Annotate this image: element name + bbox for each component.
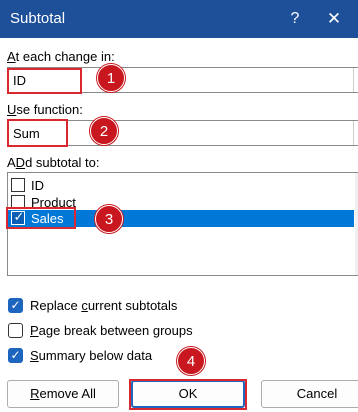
change-field-label: At each change in: (7, 49, 115, 64)
title-bar[interactable]: Subtotal ? ✕ (0, 0, 358, 38)
remove-all-button[interactable]: Remove All (7, 380, 119, 408)
checkbox-id[interactable] (11, 178, 25, 192)
replace-subtotals-option[interactable]: ✓ Replace current subtotals (7, 297, 307, 315)
subtotal-list-label: ADd subtotal to: (7, 155, 100, 170)
highlight-box-4 (129, 379, 247, 410)
step-badge-4: 4 (177, 347, 205, 375)
change-field-dropdown-arrow[interactable] (353, 68, 358, 92)
function-field-dropdown-arrow[interactable] (353, 121, 358, 145)
help-button[interactable]: ? (286, 8, 304, 30)
checkmark-icon: ✓ (10, 348, 21, 362)
dialog-title: Subtotal (10, 10, 66, 27)
page-break-checkbox[interactable] (8, 323, 23, 338)
checkmark-icon: ✓ (10, 298, 21, 312)
step-badge-1: 1 (97, 64, 125, 92)
summary-below-checkbox[interactable]: ✓ (8, 348, 23, 363)
page-break-label: Page break between groups (30, 323, 193, 338)
step-badge-3: 3 (95, 205, 123, 233)
cancel-button[interactable]: Cancel (261, 380, 358, 408)
function-field-label: Use function: (7, 102, 83, 117)
step-badge-2: 2 (90, 117, 118, 145)
summary-below-label: Summary below data (30, 348, 153, 363)
replace-subtotals-checkbox[interactable]: ✓ (8, 298, 23, 313)
summary-below-option[interactable]: ✓ Summary below data (7, 347, 307, 365)
list-item-id[interactable]: ID (8, 177, 354, 194)
page-break-option[interactable]: Page break between groups (7, 322, 307, 340)
highlight-box-1 (7, 68, 82, 94)
highlight-box-2 (7, 119, 68, 147)
replace-subtotals-label: Replace current subtotals (30, 298, 178, 313)
subtotal-dialog: Subtotal ? ✕ At each change in: ID 1 Use… (0, 0, 358, 412)
close-icon[interactable]: ✕ (322, 8, 346, 30)
highlight-box-3 (6, 207, 76, 229)
